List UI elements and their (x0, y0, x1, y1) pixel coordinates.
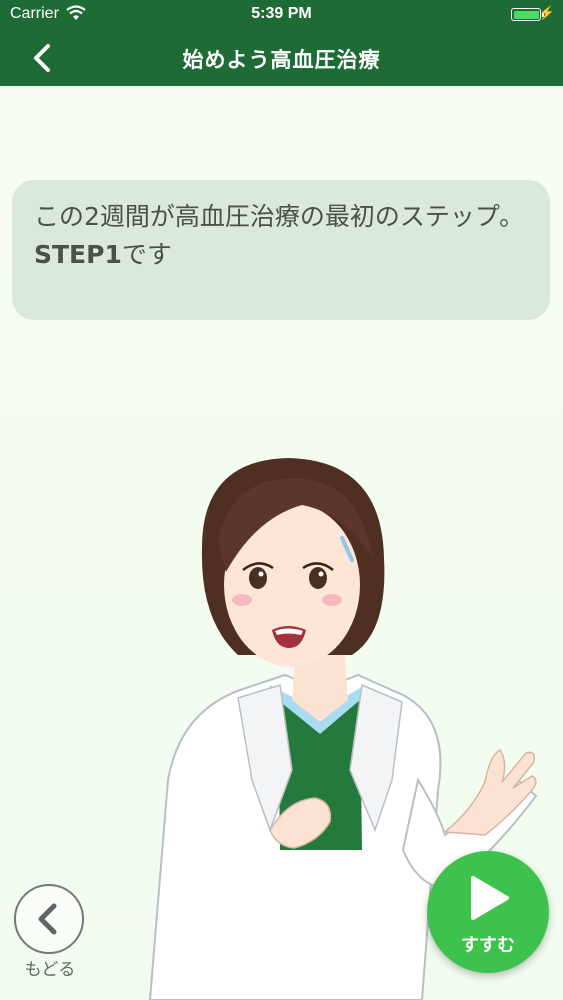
status-bar: Carrier 5:39 PM ⚡ (0, 0, 563, 30)
status-time: 5:39 PM (251, 5, 312, 22)
speech-text: この2週間が高血圧治療の最初のステップ。 (34, 202, 525, 231)
play-icon (471, 876, 509, 920)
navigation-bar: 始めよう高血圧治療 (0, 30, 563, 86)
next-step-button[interactable]: すすむ (427, 851, 549, 973)
speech-step: STEP1 (34, 240, 122, 269)
charging-bolt-icon: ⚡ (538, 5, 555, 20)
speech-suffix: です (121, 240, 172, 269)
speech-bubble: この2週間が高血圧治療の最初のステップ。 STEP1です (12, 180, 550, 320)
back-step-label: もどる (24, 960, 76, 980)
next-step-label: すすむ (461, 935, 515, 956)
battery-icon (511, 8, 544, 21)
chevron-left-icon (38, 903, 57, 935)
back-step-button[interactable] (14, 884, 84, 954)
page-title: 始めよう高血圧治療 (182, 48, 381, 72)
